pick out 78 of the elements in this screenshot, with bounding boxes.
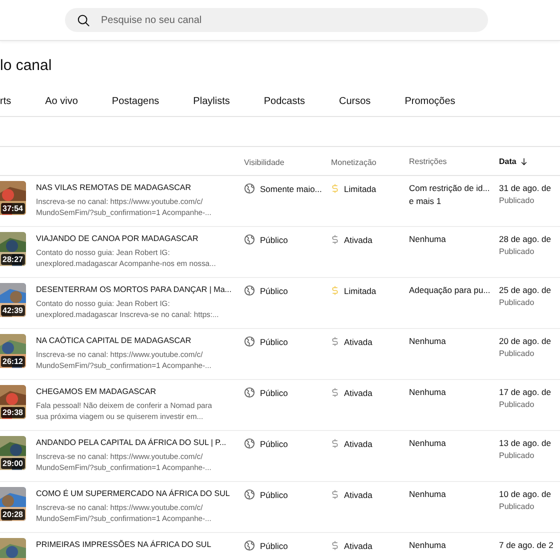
- restriction-text: Nenhuma: [409, 387, 447, 397]
- globe-icon: [244, 285, 255, 296]
- duration-badge: 42:39: [0, 305, 25, 316]
- globe-icon: [244, 336, 255, 347]
- status-text: Publicado: [499, 400, 536, 409]
- date-text: 31 de ago. de: [499, 183, 552, 193]
- monetization-text: Ativada: [344, 234, 372, 244]
- visibility-text: Somente maio...: [260, 184, 322, 194]
- globe-icon: [244, 438, 255, 449]
- restriction-text: e mais 1: [409, 196, 442, 206]
- date-text: 25 de ago. de: [499, 285, 552, 295]
- globe-icon: [244, 540, 255, 551]
- monetization-text: Ativada: [344, 336, 372, 346]
- monetization-text: Limitada: [344, 286, 376, 296]
- video-title[interactable]: ANDANDO PELA CAPITAL DA ÁFRICA DO SUL | P...: [36, 438, 226, 448]
- page-title: lo canal: [0, 56, 53, 76]
- visibility-text: Público: [260, 388, 288, 398]
- globe-icon: [244, 234, 255, 245]
- restriction-text: Nenhuma: [409, 540, 447, 550]
- duration-badge: 37:54: [0, 203, 25, 214]
- status-text: Publicado: [499, 298, 536, 307]
- duration-badge: 26:12: [0, 356, 25, 367]
- visibility-text: Público: [260, 234, 288, 244]
- date-text: 13 de ago. de: [499, 438, 552, 448]
- globe-icon: [244, 489, 255, 500]
- tab[interactable]: Cursos: [339, 88, 371, 116]
- duration-badge: 29:38: [0, 407, 25, 418]
- visibility-text: Público: [260, 540, 288, 550]
- video-title[interactable]: DESENTERRAM OS MORTOS PARA DANÇAR | Ma...: [36, 285, 232, 295]
- date-text: 17 de ago. de: [499, 387, 552, 397]
- restriction-text: Nenhuma: [409, 438, 447, 448]
- duration-badge: 29:00: [0, 458, 25, 469]
- monetization-text: Ativada: [344, 490, 372, 500]
- duration-badge: 20:28: [0, 509, 25, 520]
- status-text: Publicado: [499, 451, 536, 460]
- status-text: Publicado: [499, 502, 536, 511]
- restriction-text: Nenhuma: [409, 336, 447, 346]
- status-text: Publicado: [499, 349, 536, 358]
- monetization-text: Ativada: [344, 540, 372, 550]
- globe-icon: [244, 387, 255, 398]
- video-title[interactable]: COMO É UM SUPERMERCADO NA ÁFRICA DO SUL: [36, 489, 230, 499]
- search-icon: [77, 14, 90, 26]
- sort-date-button[interactable]: Data: [499, 156, 559, 166]
- restriction-text: Com restrição de id...: [409, 183, 491, 193]
- tab[interactable]: Postagens: [112, 88, 160, 116]
- restriction-text: Nenhuma: [409, 489, 447, 499]
- date-text: 20 de ago. de: [499, 336, 552, 346]
- arrow-down-icon: [520, 156, 528, 166]
- video-title[interactable]: CHEGAMOS EM MADAGASCAR: [36, 387, 156, 397]
- video-title[interactable]: NAS VILAS REMOTAS DE MADAGASCAR: [36, 183, 191, 193]
- visibility-text: Público: [260, 336, 288, 346]
- video-title[interactable]: VIAJANDO DE CANOA POR MADAGASCAR: [36, 234, 198, 244]
- tab[interactable]: Playlists: [193, 88, 230, 116]
- tab[interactable]: Ao vivo: [45, 88, 78, 116]
- monetization-text: Limitada: [344, 184, 376, 194]
- tab[interactable]: Promoções: [404, 88, 456, 116]
- search-field[interactable]: Pesquise no seu canal: [65, 8, 488, 32]
- status-text: Publicado: [499, 247, 536, 256]
- duration-badge: 28:27: [0, 254, 25, 265]
- monetization-text: Ativada: [344, 388, 372, 398]
- visibility-text: Público: [260, 490, 288, 500]
- column-header[interactable]: Restrições: [409, 156, 499, 166]
- restriction-text: Nenhuma: [409, 234, 447, 244]
- status-text: Publicado: [499, 196, 536, 205]
- column-header[interactable]: Monetização: [321, 156, 409, 166]
- monetization-text: Ativada: [344, 438, 372, 448]
- date-text: 7 de ago. de 2: [499, 540, 554, 550]
- date-text: 28 de ago. de: [499, 234, 552, 244]
- video-title[interactable]: NA CAÓTICA CAPITAL DE MADAGASCAR: [36, 336, 192, 346]
- visibility-text: Público: [260, 286, 288, 296]
- globe-icon: [244, 183, 255, 194]
- visibility-text: Público: [260, 438, 288, 448]
- tab[interactable]: rts: [0, 88, 12, 116]
- tab[interactable]: Podcasts: [264, 88, 305, 116]
- restriction-text: Adequação para pu...: [409, 285, 492, 295]
- column-header[interactable]: Visibilidade: [234, 156, 321, 166]
- date-text: 10 de ago. de: [499, 489, 552, 499]
- video-title[interactable]: PRIMEIRAS IMPRESSÕES NA ÁFRICA DO SUL: [36, 540, 212, 550]
